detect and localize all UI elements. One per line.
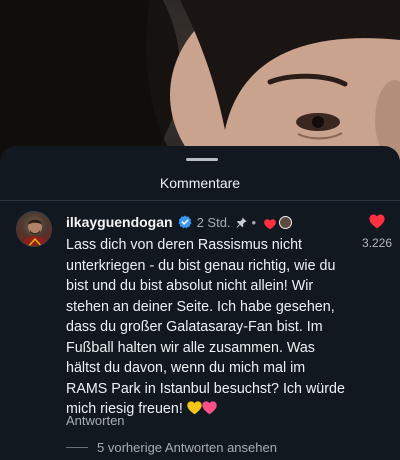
comment-text: Lass dich von deren Rassismus nicht unte…: [66, 235, 348, 420]
view-replies-button[interactable]: 5 vorherige Antworten ansehen: [66, 438, 277, 456]
creator-avatar-icon: [279, 215, 293, 229]
avatar[interactable]: [16, 211, 52, 247]
creator-liked-heart-icon: [264, 217, 276, 229]
comment-item: ilkayguendogan 2 Std. • Lass dich von de…: [0, 204, 400, 460]
background-photo: [0, 0, 400, 160]
header-divider: [0, 200, 400, 201]
pin-icon: [236, 216, 247, 228]
like-count: 3.226: [362, 236, 393, 250]
comment-time: 2 Std.: [196, 214, 231, 230]
sheet-title: Kommentare: [159, 175, 241, 191]
yellow-heart-emoji-icon: [187, 401, 202, 415]
separator-dot: •: [251, 214, 257, 230]
comment-meta: ilkayguendogan 2 Std. •: [66, 213, 293, 231]
username[interactable]: ilkayguendogan: [66, 214, 173, 230]
reply-button[interactable]: Antworten: [66, 413, 125, 428]
heart-icon[interactable]: [369, 214, 385, 229]
comment-body: Lass dich von deren Rassismus nicht unte…: [66, 237, 345, 417]
replies-line: [66, 446, 88, 448]
like-button[interactable]: 3.226: [362, 214, 392, 250]
view-replies-label[interactable]: 5 vorherige Antworten ansehen: [97, 440, 277, 455]
drag-handle[interactable]: [186, 158, 218, 161]
verified-badge-icon: [178, 215, 192, 229]
pink-heart-emoji-icon: [202, 401, 217, 415]
comments-sheet: Kommentare ilkayguendogan 2 Std. • Lass …: [0, 146, 400, 460]
